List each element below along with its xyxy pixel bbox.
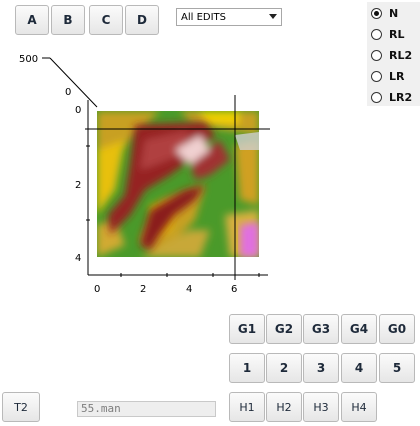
x-tick-label: 0 <box>94 284 100 295</box>
g0-button[interactable]: G0 <box>379 314 415 344</box>
g1-button[interactable]: G1 <box>229 314 265 344</box>
y-tick-label: 2 <box>75 180 81 191</box>
z-axis-zero-label: 0 <box>65 87 71 98</box>
number-3-button[interactable]: 3 <box>303 353 339 383</box>
h2-button[interactable]: H2 <box>266 392 302 422</box>
h1-button[interactable]: H1 <box>229 392 265 422</box>
h3-button[interactable]: H3 <box>303 392 339 422</box>
x-tick-label: 2 <box>140 284 146 295</box>
g3-button[interactable]: G3 <box>303 314 339 344</box>
x-tick-label: 4 <box>186 284 192 295</box>
y-tick-label: 0 <box>75 105 81 116</box>
g4-button[interactable]: G4 <box>341 314 377 344</box>
t2-button[interactable]: T2 <box>2 392 40 422</box>
y-tick-label: 4 <box>75 253 81 264</box>
number-2-button[interactable]: 2 <box>266 353 302 383</box>
number-4-button[interactable]: 4 <box>341 353 377 383</box>
number-1-button[interactable]: 1 <box>229 353 265 383</box>
h4-button[interactable]: H4 <box>341 392 377 422</box>
z-axis-max-label: 500 <box>19 54 38 65</box>
number-5-button[interactable]: 5 <box>379 353 415 383</box>
filename-field[interactable]: 55.man <box>77 401 216 417</box>
x-tick-label: 6 <box>231 284 237 295</box>
g2-button[interactable]: G2 <box>266 314 302 344</box>
z-axis-line <box>49 57 98 108</box>
